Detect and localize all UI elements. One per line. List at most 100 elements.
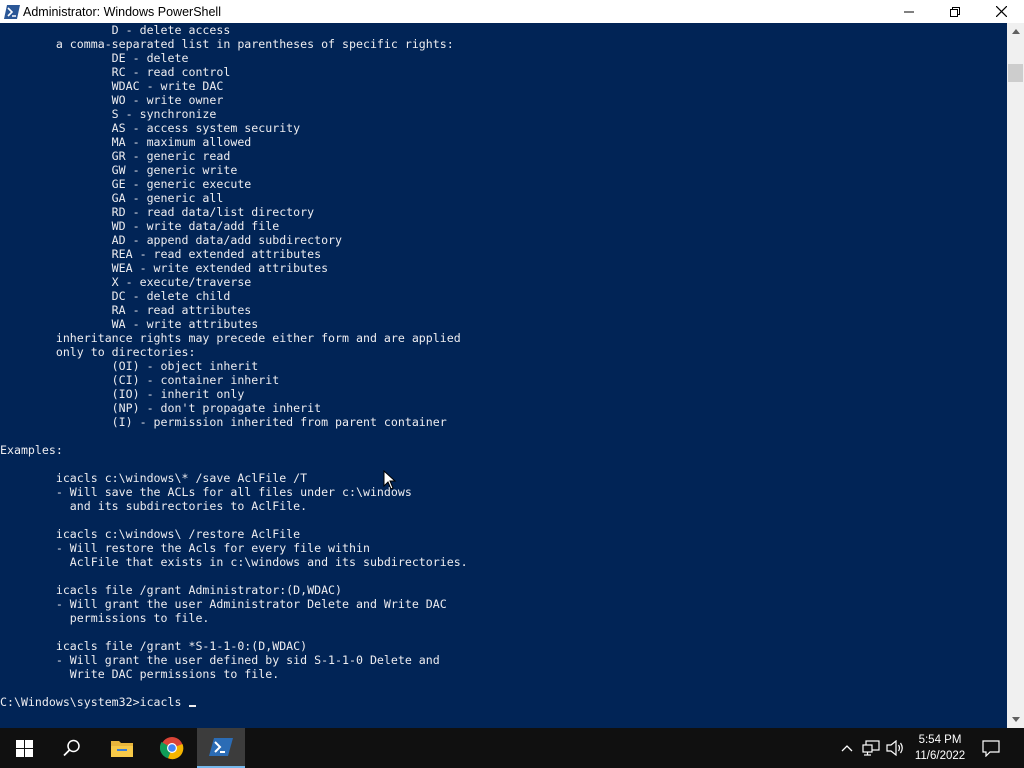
close-icon	[995, 6, 1007, 17]
scrollbar-thumb[interactable]	[1008, 64, 1023, 82]
console-line: WO - write owner	[0, 93, 224, 107]
chrome-button[interactable]	[148, 728, 196, 768]
console-line-text: GR - generic read	[0, 149, 231, 163]
console-line: (IO) - inherit only	[0, 387, 245, 401]
minimize-icon	[904, 11, 914, 12]
console-line: (NP) - don't propagate inherit	[0, 401, 321, 415]
windows-logo-icon	[15, 739, 33, 757]
close-button[interactable]	[978, 0, 1024, 23]
file-explorer-button[interactable]	[98, 728, 146, 768]
console-line: X - execute/traverse	[0, 275, 252, 289]
volume-button[interactable]	[884, 728, 906, 768]
console-line: GE - generic execute	[0, 177, 252, 191]
file-explorer-icon	[111, 741, 133, 757]
restore-button[interactable]	[932, 0, 978, 23]
console-line-text: AD - append data/add subdirectory	[0, 233, 343, 247]
console-line-text: GW - generic write	[0, 163, 238, 177]
console-line-text: Examples:	[0, 443, 63, 457]
console-line-text: D - delete access	[0, 23, 231, 37]
console-line: D - delete access	[0, 23, 231, 37]
console-line: AS - access system security	[0, 121, 300, 135]
minimize-button[interactable]	[886, 0, 932, 23]
console-line: - Will save the ACLs for all files under…	[0, 485, 412, 499]
console-line: AD - append data/add subdirectory	[0, 233, 342, 247]
console-line: Write DAC permissions to file.	[0, 667, 279, 681]
console-line-text: (I) - permission inherited from parent c…	[0, 415, 447, 429]
console-line-text: (IO) - inherit only	[0, 387, 245, 401]
mouse-pointer-icon	[383, 470, 397, 490]
console-line-text: C:\Windows\system32>icacls	[0, 695, 189, 709]
console-line-text: WO - write owner	[0, 93, 224, 107]
clock-date: 11/6/2022	[914, 750, 966, 762]
console-line-text: REA - read extended attributes	[0, 247, 322, 261]
console-line: - Will grant the user Administrator Dele…	[0, 597, 447, 611]
network-button[interactable]	[860, 728, 882, 768]
console-line: icacls c:\windows\* /save AclFile /T	[0, 471, 307, 485]
console-line-text: GE - generic execute	[0, 177, 252, 191]
network-icon	[862, 740, 880, 756]
restore-icon	[950, 6, 960, 17]
console-line-text: WA - write attributes	[0, 317, 259, 331]
console-line: WA - write attributes	[0, 317, 259, 331]
console-line-text: icacls file /grant *S-1-1-0:(D,WDAC)	[0, 639, 308, 653]
console-line-text: (CI) - container inherit	[0, 373, 280, 387]
console-line: WD - write data/add file	[0, 219, 280, 233]
show-hidden-icons-button[interactable]	[838, 728, 856, 768]
chrome-icon	[160, 737, 184, 760]
console-line-text: (OI) - object inherit	[0, 359, 259, 373]
console-line-text: - Will grant the user defined by sid S-1…	[0, 653, 440, 667]
console-line-text: and its subdirectories to AclFile.	[0, 499, 308, 513]
console-line: RA - read attributes	[0, 303, 252, 317]
console-line-text: icacls file /grant Administrator:(D,WDAC…	[0, 583, 343, 597]
console-line-text: RA - read attributes	[0, 303, 252, 317]
console-line-text: RC - read control	[0, 65, 231, 79]
chevron-up-icon	[841, 745, 853, 752]
console-line: RC - read control	[0, 65, 231, 79]
console-line: inheritance rights may precede either fo…	[0, 331, 461, 345]
window-title: Administrator: Windows PowerShell	[23, 4, 221, 19]
console-line: Examples:	[0, 443, 63, 457]
console-line: permissions to file.	[0, 611, 210, 625]
notification-icon	[982, 739, 1000, 757]
window-controls	[886, 0, 1024, 23]
vertical-scrollbar[interactable]	[1007, 23, 1024, 728]
console-line: DE - delete	[0, 51, 189, 65]
console-line: WEA - write extended attributes	[0, 261, 328, 275]
console-line-text: AS - access system security	[0, 121, 301, 135]
console-line: GR - generic read	[0, 149, 231, 163]
title-bar[interactable]: Administrator: Windows PowerShell	[0, 0, 1024, 23]
console-line: S - synchronize	[0, 107, 217, 121]
console-line-text: only to directories:	[0, 345, 196, 359]
console-line-text: MA - maximum allowed	[0, 135, 252, 149]
console-line-text: DC - delete child	[0, 289, 231, 303]
console-line: icacls file /grant Administrator:(D,WDAC…	[0, 583, 342, 597]
scroll-up-arrow-icon[interactable]	[1007, 23, 1024, 40]
console-line-text: AclFile that exists in c:\windows and it…	[0, 555, 468, 569]
console-line: - Will grant the user defined by sid S-1…	[0, 653, 440, 667]
console-line: icacls c:\windows\ /restore AclFile	[0, 527, 300, 541]
console-line: GW - generic write	[0, 163, 238, 177]
console-output[interactable]: D - delete access a comma-separated list…	[0, 23, 1007, 728]
volume-icon	[886, 740, 903, 756]
console-line-text: WEA - write extended attributes	[0, 261, 329, 275]
taskbar-clock[interactable]: 5:54 PM 11/6/2022	[908, 728, 972, 768]
console-line: DC - delete child	[0, 289, 231, 303]
console-line: RD - read data/list directory	[0, 205, 314, 219]
console-line-text: - Will save the ACLs for all files under…	[0, 485, 412, 499]
console-line-text: - Will restore the Acls for every file w…	[0, 541, 370, 555]
console-line: (I) - permission inherited from parent c…	[0, 415, 447, 429]
console-line-text: GA - generic all	[0, 191, 224, 205]
console-line-text: WD - write data/add file	[0, 219, 280, 233]
powershell-window: Administrator: Windows PowerShell D - de…	[0, 0, 1024, 728]
console-line: WDAC - write DAC	[0, 79, 224, 93]
start-button[interactable]	[0, 728, 48, 768]
search-button[interactable]	[48, 728, 96, 768]
action-center-button[interactable]	[980, 728, 1002, 768]
console-line: and its subdirectories to AclFile.	[0, 499, 307, 513]
console-line-text: DE - delete	[0, 51, 189, 65]
console-line: (CI) - container inherit	[0, 373, 280, 387]
console-line-text: X - execute/traverse	[0, 275, 252, 289]
scroll-down-arrow-icon[interactable]	[1007, 711, 1024, 728]
powershell-app-icon[interactable]	[4, 4, 20, 20]
powershell-taskbar-button[interactable]	[197, 728, 245, 768]
